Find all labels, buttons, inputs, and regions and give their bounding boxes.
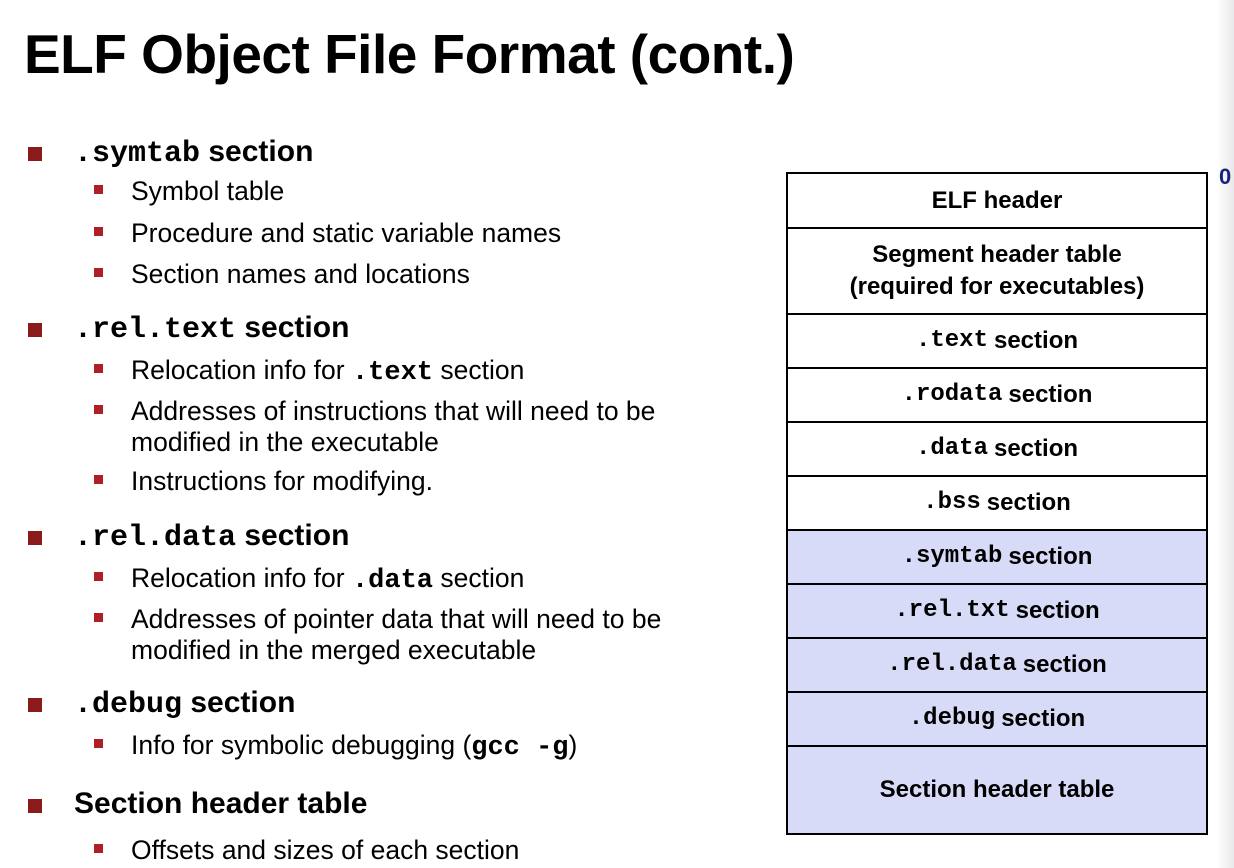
cell-label: section [1022, 651, 1107, 678]
cell-label: section [1008, 381, 1093, 408]
bullet-text: section [244, 519, 350, 552]
elf-layout-diagram: ELF header Segment header table (require… [786, 172, 1208, 835]
cell-code: .rel.data [887, 651, 1017, 678]
cell-code: .symtab [901, 543, 1003, 570]
sub-bullet-text: modified in the merged executable [131, 635, 537, 665]
cell-label: (required for executables) [849, 273, 1145, 300]
bullet-text: section [190, 686, 296, 719]
sub-bullet-text: Procedure and static variable names [131, 218, 562, 248]
bullet-text: section [244, 311, 350, 344]
debug-section-cell: .debug section [788, 693, 1206, 747]
cell-label: section [986, 489, 1071, 516]
cell-label: section [993, 327, 1079, 354]
bullet-debug: .debug section [28, 686, 296, 722]
sub-bullet-marker [94, 364, 103, 373]
bss-section-cell: .bss section [788, 477, 1206, 531]
bullet-marker [28, 323, 42, 337]
elf-header-cell: ELF header [788, 174, 1206, 229]
bullet-rel-text: .rel.text section [28, 311, 350, 347]
sub-bullet-marker [94, 405, 103, 414]
segment-header-table-cell: Segment header table (required for execu… [788, 229, 1206, 315]
cell-label: Segment header table [872, 241, 1122, 268]
sub-bullet-text: Symbol table [131, 176, 285, 206]
sub-bullet-marker [94, 844, 103, 853]
bullet-marker [28, 147, 42, 161]
rodata-section-cell: .rodata section [788, 369, 1206, 423]
cell-code: .debug [908, 705, 996, 732]
cell-label: section [993, 435, 1079, 462]
sub-bullet-text: Instructions for modifying. [131, 466, 433, 496]
sub-bullet-code: gcc -g [471, 733, 569, 763]
sub-bullet: Instructions for modifying. [94, 466, 433, 497]
cell-label: ELF header [931, 186, 1063, 214]
sub-bullet-text: ) [568, 730, 578, 760]
rel-txt-section-cell: .rel.txt section [788, 585, 1206, 639]
cell-code: .data [915, 435, 988, 462]
symtab-section-cell: .symtab section [788, 531, 1206, 585]
section-header-table-cell: Section header table [788, 747, 1206, 833]
sub-bullet-text: Relocation info for [131, 355, 345, 385]
sub-bullet: Relocation info for .data section [94, 563, 525, 597]
sub-bullet-code: .data [351, 566, 433, 596]
sub-bullet-text: modified in the executable [131, 427, 439, 457]
bullet-marker [28, 531, 42, 545]
sub-bullet: Procedure and static variable names [94, 218, 562, 249]
slide-title: ELF Object File Format (cont.) [24, 23, 795, 85]
bullet-marker [28, 799, 42, 813]
cell-label: section [1015, 597, 1100, 624]
sub-bullet-text: Section names and locations [131, 259, 470, 289]
sub-bullet: Symbol table [94, 176, 285, 207]
sub-bullet-code: .text [351, 358, 433, 388]
bullet-code: .symtab [74, 137, 201, 171]
sub-bullet-marker [94, 613, 103, 622]
sub-bullet-text: Addresses of instructions that will need… [131, 396, 656, 426]
sub-bullet: Addresses of pointer data that will need… [94, 604, 662, 666]
sub-bullet: Section names and locations [94, 259, 470, 290]
cell-label: section [1008, 543, 1093, 570]
cell-code: .rodata [901, 381, 1003, 408]
bullet-text: section [208, 135, 314, 168]
bullet-code: .rel.data [74, 521, 237, 555]
cell-label: section [1001, 705, 1086, 732]
cell-code: .bss [923, 489, 981, 516]
sub-bullet-marker [94, 185, 103, 194]
sub-bullet: Addresses of instructions that will need… [94, 396, 656, 458]
offset-zero-label: 0 [1219, 164, 1232, 189]
sub-bullet: Info for symbolic debugging (gcc -g) [94, 730, 578, 764]
slide-edge-shadow [1216, 0, 1234, 868]
bullet-section-header-table: Section header table [28, 787, 368, 821]
sub-bullet-text: Addresses of pointer data that will need… [131, 604, 662, 634]
sub-bullet-marker [94, 227, 103, 236]
sub-bullet-text: Relocation info for [131, 563, 345, 593]
sub-bullet-marker [94, 475, 103, 484]
bullet-symtab: .symtab section [28, 135, 314, 171]
bullet-code: .debug [74, 688, 183, 722]
sub-bullet-text: Info for symbolic debugging ( [131, 730, 472, 760]
cell-code: .text [915, 327, 988, 354]
bullet-rel-data: .rel.data section [28, 519, 350, 555]
sub-bullet-marker [94, 739, 103, 748]
bullet-marker [28, 698, 42, 712]
sub-bullet-marker [94, 268, 103, 277]
bullet-code: .rel.text [74, 313, 237, 347]
sub-bullet-text: section [440, 563, 525, 593]
cell-code: .rel.txt [894, 597, 1010, 624]
text-section-cell: .text section [788, 315, 1206, 369]
cell-label: Section header table [879, 776, 1115, 803]
sub-bullet-text: Offsets and sizes of each section [131, 835, 520, 865]
sub-bullet-text: section [440, 355, 525, 385]
sub-bullet-marker [94, 572, 103, 581]
data-section-cell: .data section [788, 423, 1206, 477]
sub-bullet: Offsets and sizes of each section [94, 835, 520, 866]
rel-data-section-cell: .rel.data section [788, 639, 1206, 693]
sub-bullet: Relocation info for .text section [94, 355, 525, 389]
bullet-text: Section header table [74, 787, 368, 820]
